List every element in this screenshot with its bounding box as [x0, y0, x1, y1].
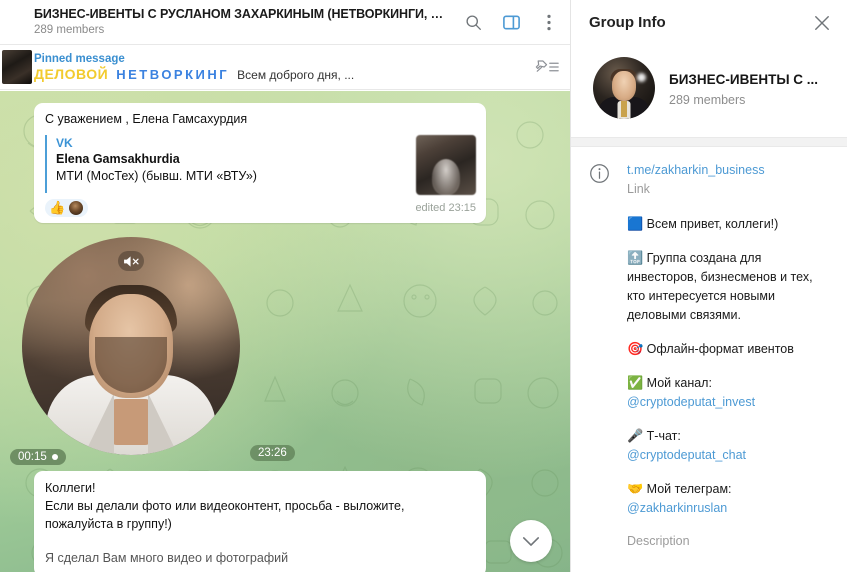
info-circle-icon	[589, 161, 611, 550]
message-text-line-4: Я сделал Вам много видео и фотографий	[45, 551, 289, 565]
chat-header: БИЗНЕС-ИВЕНТЫ С РУСЛАНОМ ЗАХАРКИНЫМ (НЕТ…	[0, 0, 570, 45]
pinned-logo-word-2: НЕТВОРКИНГ	[116, 66, 230, 82]
link-preview[interactable]: VK Elena Gamsakhurdia МТИ (МосТех) (бывш…	[45, 135, 476, 195]
description-paragraph-5: 🎤 Т-чат: @cryptodeputat_chat	[627, 426, 833, 465]
description-paragraph-2: 🔝 Группа создана для инвесторов, бизнесм…	[627, 248, 833, 325]
description-text-6: Мой телеграм:	[646, 482, 732, 496]
group-description: 🟦 Всем привет, коллеги!) 🔝 Группа создан…	[627, 214, 833, 550]
video-note-duration-text: 00:15	[18, 451, 47, 463]
pinned-message-content: ДЕЛОВОЙ НЕТВОРКИНГ Всем доброго дня, ...	[34, 66, 524, 83]
description-text-2: Группа создана для инвесторов, бизнесмен…	[627, 251, 813, 322]
section-divider	[571, 137, 847, 147]
group-member-count: 289 members	[669, 92, 746, 107]
chat-column: БИЗНЕС-ИВЕНТЫ С РУСЛАНОМ ЗАХАРКИНЫМ (НЕТ…	[0, 0, 570, 572]
group-info-header: Group Info	[571, 0, 847, 45]
video-note-player[interactable]	[22, 237, 240, 455]
description-paragraph-6: 🤝 Мой телеграм: @zakharkinruslan	[627, 479, 833, 518]
group-details-section: t.me/zakharkin_business Link 🟦 Всем прив…	[571, 147, 847, 550]
message-bubble[interactable]: С уважением , Елена Гамсахурдия VK Elena…	[34, 103, 486, 223]
group-profile[interactable]: БИЗНЕС-ИВЕНТЫ С ... 289 members	[571, 45, 847, 137]
message-footer: 👍 edited 23:15	[45, 199, 476, 217]
video-note-collar-right	[148, 393, 178, 455]
thumbs-up-icon: 👍	[49, 200, 66, 215]
chat-link[interactable]: @cryptodeputat_chat	[627, 448, 746, 462]
avatar-face	[612, 70, 636, 101]
description-text-3: Офлайн-формат ивентов	[646, 342, 794, 356]
blue-square-icon: 🟦	[627, 216, 644, 231]
video-note-timestamp: 23:26	[250, 445, 295, 461]
telegram-app: БИЗНЕС-ИВЕНТЫ С РУСЛАНОМ ЗАХАРКИНЫМ (НЕТ…	[0, 0, 847, 572]
message-bubble[interactable]: Коллеги! Если вы делали фото или видеоко…	[34, 471, 486, 572]
channel-link[interactable]: @cryptodeputat_invest	[627, 395, 755, 409]
chat-member-count: 289 members	[34, 23, 105, 36]
message-text: С уважением , Елена Гамсахурдия	[45, 112, 248, 126]
message-row: Коллеги! Если вы делали фото или видеоко…	[0, 471, 570, 572]
mute-icon[interactable]	[118, 251, 144, 271]
pinned-message-body: Pinned message ДЕЛОВОЙ НЕТВОРКИНГ Всем д…	[34, 52, 524, 83]
check-mark-icon: ✅	[627, 375, 644, 390]
header-actions	[450, 11, 560, 33]
pinned-message-thumbnail	[2, 50, 32, 84]
description-text-4: Мой канал:	[646, 376, 712, 390]
description-text-1: Всем привет, коллеги!)	[646, 217, 779, 231]
dart-icon: 🎯	[627, 341, 644, 356]
avatar[interactable]	[593, 57, 655, 119]
pinned-message-bar[interactable]: Pinned message ДЕЛОВОЙ НЕТВОРКИНГ Всем д…	[0, 45, 570, 90]
message-text-line-3: пожалуйста в группу!)	[45, 517, 172, 531]
group-details-content: t.me/zakharkin_business Link 🟦 Всем прив…	[627, 161, 833, 550]
message-row: С уважением , Елена Гамсахурдия VK Elena…	[0, 103, 570, 223]
pin-list-icon[interactable]	[524, 58, 560, 76]
description-label: Description	[627, 534, 690, 548]
unread-dot-icon	[51, 454, 58, 460]
link-preview-thumbnail	[416, 135, 476, 195]
group-info-title: Group Info	[589, 14, 666, 31]
group-link[interactable]: t.me/zakharkin_business	[627, 161, 833, 179]
message-text-line-2: Если вы делали фото или видеоконтент, пр…	[45, 499, 405, 513]
link-preview-site: VK	[56, 136, 73, 150]
microphone-icon: 🎤	[627, 428, 644, 443]
description-text-5: Т-чат:	[646, 429, 681, 443]
telegram-link[interactable]: @zakharkinruslan	[627, 501, 727, 515]
group-link-label: Link	[627, 182, 650, 196]
sidebar-toggle-icon[interactable]	[500, 11, 522, 33]
group-name-block: БИЗНЕС-ИВЕНТЫ С ... 289 members	[669, 70, 818, 107]
close-icon[interactable]	[811, 12, 833, 34]
description-paragraph-1: 🟦 Всем привет, коллеги!)	[627, 214, 833, 234]
link-preview-title: Elena Gamsakhurdia	[56, 152, 180, 166]
reaction-badge[interactable]: 👍	[45, 199, 89, 217]
pinned-message-preview: Всем доброго дня, ...	[237, 67, 355, 82]
message-text-line-1: Коллеги!	[45, 481, 96, 495]
message-timestamp: edited 23:15	[415, 202, 476, 214]
video-note-collar-left	[84, 393, 114, 455]
video-note-neck	[109, 399, 153, 445]
video-note-row: 00:15 23:26	[0, 237, 570, 469]
group-name: БИЗНЕС-ИВЕНТЫ С ...	[669, 71, 819, 87]
pinned-message-label: Pinned message	[34, 52, 125, 65]
scroll-to-bottom-button[interactable]	[510, 520, 552, 562]
page-title: БИЗНЕС-ИВЕНТЫ С РУСЛАНОМ ЗАХАРКИНЫМ (НЕТ…	[34, 6, 450, 21]
video-note-duration: 00:15	[10, 449, 66, 465]
avatar-light-flare	[637, 73, 646, 82]
search-icon[interactable]	[462, 11, 484, 33]
avatar	[69, 201, 84, 215]
description-paragraph-4: ✅ Мой канал: @cryptodeputat_invest	[627, 373, 833, 412]
message-list[interactable]: С уважением , Елена Гамсахурдия VK Elena…	[0, 91, 570, 572]
description-paragraph-3: 🎯 Офлайн-формат ивентов	[627, 339, 833, 359]
handshake-icon: 🤝	[627, 481, 644, 496]
top-arrow-icon: 🔝	[627, 250, 644, 265]
chat-title-group[interactable]: БИЗНЕС-ИВЕНТЫ С РУСЛАНОМ ЗАХАРКИНЫМ (НЕТ…	[34, 7, 450, 38]
avatar-tie	[621, 101, 627, 117]
group-info-panel: Group Info БИЗНЕС-ИВЕНТЫ С ... 289 membe…	[570, 0, 847, 572]
more-vertical-icon[interactable]	[538, 11, 560, 33]
pinned-logo-word-1: ДЕЛОВОЙ	[34, 65, 109, 82]
link-preview-description: МТИ (МосТех) (бывш. МТИ «ВТУ»)	[56, 169, 257, 183]
